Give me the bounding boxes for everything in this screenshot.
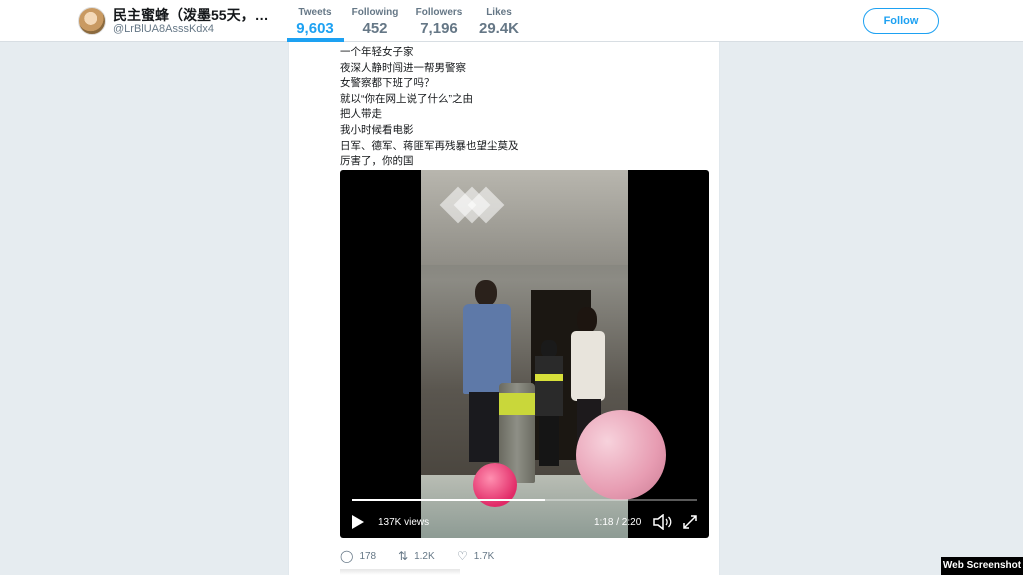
stat-tweets[interactable]: Tweets 9,603	[292, 7, 338, 37]
user-handle[interactable]: @LrBlUA8AsssKdx4	[113, 23, 214, 35]
stat-label: Followers	[415, 7, 463, 18]
tweet-line: 我小时候看电影	[340, 123, 414, 136]
retweet-count: 1.2K	[414, 551, 435, 562]
like-count: 1.7K	[473, 551, 495, 562]
retweet-icon: ⇅	[398, 549, 409, 563]
heart-icon: ♡	[457, 549, 468, 563]
stat-value: 29.4K	[478, 20, 520, 37]
stat-label: Tweets	[298, 7, 332, 18]
stat-followers[interactable]: Followers 7,196	[414, 7, 464, 37]
volume-icon[interactable]	[653, 514, 673, 530]
cropped-next-content	[340, 569, 460, 575]
reply-icon: ◯	[340, 549, 354, 563]
diamond-watermark-icon	[439, 186, 511, 234]
stat-label: Following	[351, 7, 399, 18]
tweet-line: 就以“你在网上说了什么”之由	[340, 92, 473, 105]
stat-value: 7,196	[420, 20, 458, 37]
watermark-badge: Web Screenshot	[941, 557, 1023, 575]
profile-header: 民主蜜蜂（泼墨55天，… @LrBlUA8AsssKdx4 Tweets 9,6…	[0, 0, 1023, 42]
retweet-action[interactable]: ⇅ 1.2K	[398, 549, 435, 563]
video-time: 1:18 / 2:20	[594, 517, 642, 528]
tweet-line: 一个年轻女子家	[340, 46, 414, 58]
stat-value: 9,603	[296, 20, 334, 37]
like-action[interactable]: ♡ 1.7K	[457, 549, 494, 563]
follow-button[interactable]: Follow	[863, 8, 939, 34]
reply-action[interactable]: ◯ 178	[340, 549, 376, 563]
reply-count: 178	[359, 551, 377, 562]
avatar[interactable]	[78, 7, 106, 35]
progress-fill	[352, 499, 546, 501]
stat-following[interactable]: Following 452	[350, 7, 400, 37]
tweet-line: 厉害了，你的国	[340, 155, 414, 168]
vest-officer-figure	[533, 340, 565, 470]
fullscreen-icon[interactable]	[682, 514, 698, 530]
view-count: 137K views	[378, 517, 430, 528]
tweet-line: 日军、德军、蒋匪军再残暴也望尘莫及	[340, 139, 519, 152]
stat-value: 452	[362, 20, 388, 37]
tweet-line: 夜深人静时闯进一帮男警察	[340, 61, 466, 74]
stat-label: Likes	[486, 7, 512, 18]
tweet-text: 一个年轻女子家 夜深人静时闯进一帮男警察 女警察都下班了吗？ 就以“你在网上说了…	[340, 45, 519, 170]
display-name[interactable]: 民主蜜蜂（泼墨55天，…	[113, 5, 269, 25]
pink-exercise-ball	[576, 410, 666, 500]
tweet-line: 把人带走	[340, 108, 382, 121]
tweet-line: 女警察都下班了吗？	[340, 77, 435, 90]
stat-likes[interactable]: Likes 29.4K	[478, 7, 520, 37]
progress-bar[interactable]	[352, 499, 697, 501]
play-icon[interactable]	[352, 515, 364, 529]
video-player[interactable]: 137K views 1:18 / 2:20	[340, 170, 709, 538]
video-frame	[421, 170, 666, 538]
